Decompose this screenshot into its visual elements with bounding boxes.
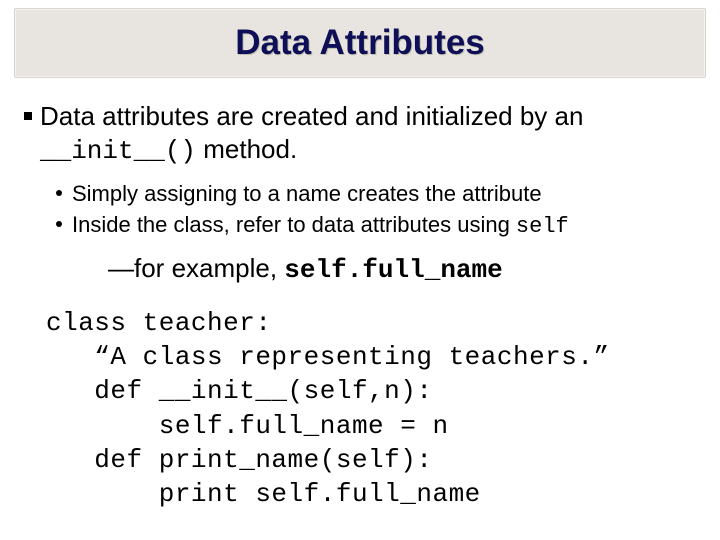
- sub-bullet-2-code: self: [516, 214, 569, 239]
- example-line: —for example, self.full_name: [108, 252, 698, 288]
- code-line-6: print self.full_name: [46, 479, 481, 509]
- sub-bullet-list: Simply assigning to a name creates the a…: [56, 179, 698, 242]
- example-prefix: for example,: [134, 253, 284, 283]
- code-line-3: def __init__(self,n):: [46, 376, 432, 406]
- top-bullet: Data attributes are created and initiali…: [24, 100, 698, 169]
- code-block: class teacher: “A class representing tea…: [46, 306, 698, 512]
- title-band: Data Attributes: [14, 8, 706, 78]
- code-line-4: self.full_name = n: [46, 411, 449, 441]
- sub-bullet-2-text: Inside the class, refer to data attribut…: [72, 210, 569, 242]
- example-code: self.full_name: [284, 255, 502, 285]
- disc-bullet-icon: [56, 190, 62, 196]
- top-bullet-suffix: method.: [196, 134, 297, 164]
- disc-bullet-icon: [56, 221, 62, 227]
- slide-title: Data Attributes: [235, 23, 485, 63]
- top-bullet-text: Data attributes are created and initiali…: [40, 100, 698, 169]
- square-bullet-icon: [24, 112, 32, 120]
- top-bullet-prefix: Data attributes are created and initiali…: [40, 101, 583, 131]
- sub-bullet-2: Inside the class, refer to data attribut…: [56, 210, 698, 242]
- slide-body: Data attributes are created and initiali…: [14, 78, 706, 512]
- code-line-1: class teacher:: [46, 308, 271, 338]
- sub-bullet-1: Simply assigning to a name creates the a…: [56, 179, 698, 209]
- top-bullet-code: __init__(): [40, 136, 196, 166]
- sub-bullet-2-prefix: Inside the class, refer to data attribut…: [72, 212, 516, 237]
- slide: Data Attributes Data attributes are crea…: [0, 0, 720, 540]
- code-line-5: def print_name(self):: [46, 445, 432, 475]
- sub-bullet-1-text: Simply assigning to a name creates the a…: [72, 179, 542, 209]
- code-line-2: “A class representing teachers.”: [46, 342, 610, 372]
- example-dash: —: [108, 253, 134, 283]
